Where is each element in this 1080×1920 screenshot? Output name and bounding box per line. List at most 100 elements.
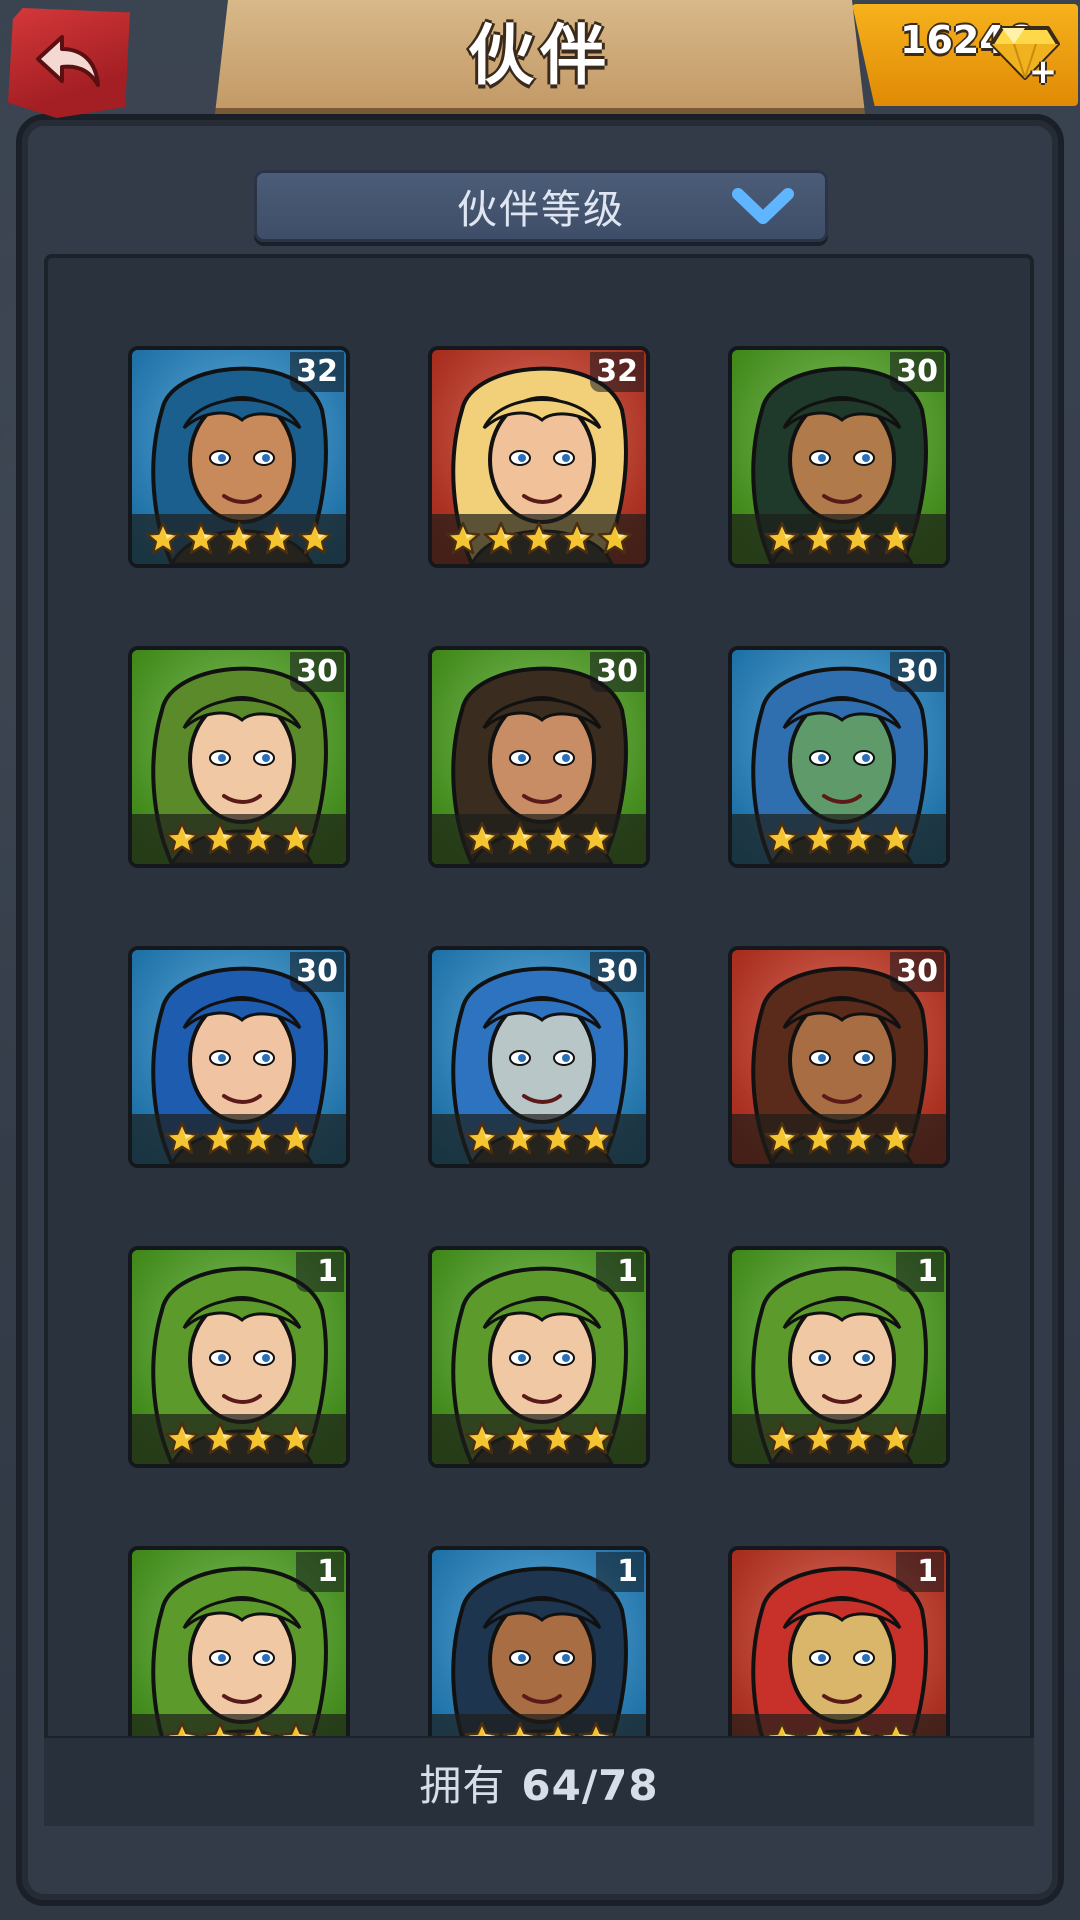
- star-icon: [764, 821, 800, 855]
- star-icon: [802, 1421, 838, 1455]
- star-icon: [540, 1121, 576, 1155]
- companion-level: 30: [890, 352, 944, 392]
- star-icon: [483, 521, 519, 555]
- star-icon: [164, 1421, 200, 1455]
- companion-card[interactable]: 30: [428, 646, 650, 868]
- star-icon: [164, 1121, 200, 1155]
- companion-level: 30: [890, 652, 944, 692]
- star-icon: [597, 521, 633, 555]
- star-icon: [840, 821, 876, 855]
- owned-bar: 拥有 64/78: [44, 1736, 1034, 1826]
- star-icon: [764, 1121, 800, 1155]
- star-icon: [802, 821, 838, 855]
- star-icon: [278, 1421, 314, 1455]
- star-icon: [202, 1421, 238, 1455]
- star-icon: [240, 821, 276, 855]
- star-icon: [878, 1121, 914, 1155]
- companion-level: 30: [890, 952, 944, 992]
- star-icon: [578, 821, 614, 855]
- star-rating: [432, 814, 646, 864]
- companion-card[interactable]: 30: [128, 946, 350, 1168]
- star-icon: [802, 1121, 838, 1155]
- back-button[interactable]: [8, 8, 130, 118]
- sort-dropdown[interactable]: 伙伴等级: [254, 170, 828, 242]
- companion-card[interactable]: 1: [128, 1546, 350, 1768]
- star-icon: [764, 521, 800, 555]
- star-icon: [464, 1421, 500, 1455]
- owned-label: 拥有: [419, 1760, 506, 1810]
- star-icon: [878, 821, 914, 855]
- companion-level: 32: [290, 352, 344, 392]
- star-icon: [297, 521, 333, 555]
- star-icon: [240, 1421, 276, 1455]
- companion-card[interactable]: 30: [128, 646, 350, 868]
- companion-level: 1: [896, 1252, 944, 1292]
- star-rating: [732, 814, 946, 864]
- companion-card[interactable]: 30: [728, 946, 950, 1168]
- companion-card[interactable]: 30: [728, 346, 950, 568]
- companion-level: 30: [590, 652, 644, 692]
- add-gems-button[interactable]: +: [1028, 55, 1058, 89]
- star-icon: [164, 821, 200, 855]
- star-icon: [502, 1121, 538, 1155]
- companion-card[interactable]: 32: [428, 346, 650, 568]
- companion-card[interactable]: 1: [128, 1246, 350, 1468]
- page-title: 伙伴: [468, 17, 612, 94]
- companion-level: 30: [590, 952, 644, 992]
- companion-card[interactable]: 30: [428, 946, 650, 1168]
- star-icon: [464, 821, 500, 855]
- star-icon: [521, 521, 557, 555]
- star-icon: [840, 521, 876, 555]
- star-icon: [202, 1121, 238, 1155]
- star-icon: [578, 1421, 614, 1455]
- star-icon: [540, 1421, 576, 1455]
- star-icon: [183, 521, 219, 555]
- star-rating: [132, 814, 346, 864]
- star-rating: [432, 1114, 646, 1164]
- star-icon: [445, 521, 481, 555]
- companion-level: 32: [590, 352, 644, 392]
- star-rating: [132, 1414, 346, 1464]
- companion-card[interactable]: 1: [428, 1546, 650, 1768]
- star-icon: [840, 1421, 876, 1455]
- star-icon: [278, 821, 314, 855]
- companion-grid: 32 32 30 30 30 30 30 30 30 1 1 1 1 1 1: [44, 254, 1034, 1824]
- companion-card[interactable]: 32: [128, 346, 350, 568]
- star-icon: [278, 1121, 314, 1155]
- star-icon: [221, 521, 257, 555]
- owned-summary: 拥有 64/78: [419, 1752, 658, 1813]
- companion-card[interactable]: 30: [728, 646, 950, 868]
- companion-level: 1: [296, 1252, 344, 1292]
- star-icon: [464, 1121, 500, 1155]
- star-icon: [878, 1421, 914, 1455]
- star-icon: [578, 1121, 614, 1155]
- companion-level: 30: [290, 952, 344, 992]
- owned-count: 64/78: [521, 1760, 659, 1810]
- star-rating: [432, 1414, 646, 1464]
- companion-level: 1: [596, 1552, 644, 1592]
- companion-level: 1: [596, 1252, 644, 1292]
- star-icon: [840, 1121, 876, 1155]
- star-icon: [145, 521, 181, 555]
- companion-card[interactable]: 1: [728, 1546, 950, 1768]
- star-icon: [878, 521, 914, 555]
- star-icon: [502, 1421, 538, 1455]
- star-rating: [432, 514, 646, 564]
- star-icon: [559, 521, 595, 555]
- companion-level: 1: [896, 1552, 944, 1592]
- star-icon: [764, 1421, 800, 1455]
- companion-level: 30: [290, 652, 344, 692]
- star-icon: [259, 521, 295, 555]
- companion-level: 1: [296, 1552, 344, 1592]
- star-icon: [202, 821, 238, 855]
- star-icon: [240, 1121, 276, 1155]
- companion-card[interactable]: 1: [728, 1246, 950, 1468]
- star-icon: [802, 521, 838, 555]
- star-rating: [732, 1114, 946, 1164]
- chevron-down-icon: [732, 188, 794, 224]
- star-rating: [732, 514, 946, 564]
- star-rating: [132, 514, 346, 564]
- star-icon: [540, 821, 576, 855]
- back-arrow-icon: [34, 31, 104, 95]
- companion-card[interactable]: 1: [428, 1246, 650, 1468]
